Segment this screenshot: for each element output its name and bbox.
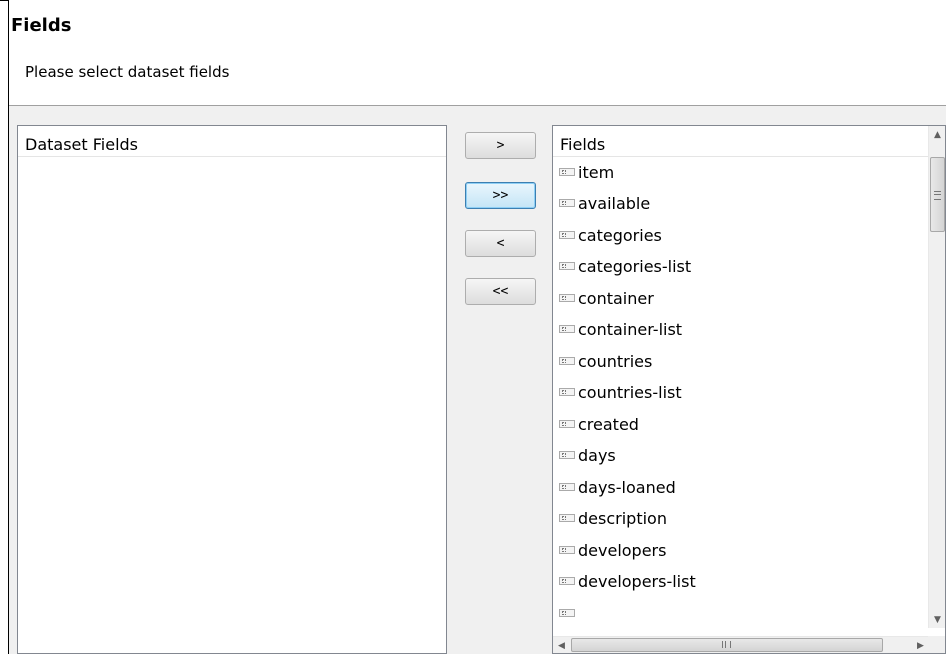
list-item-label: available bbox=[578, 193, 651, 213]
field-icon bbox=[559, 325, 575, 333]
field-icon bbox=[559, 420, 575, 428]
field-icon bbox=[559, 357, 575, 365]
field-icon bbox=[559, 546, 575, 554]
list-item[interactable]: item bbox=[559, 157, 614, 187]
wizard-header: Fields Please select dataset fields bbox=[9, 0, 946, 105]
list-item-label: categories bbox=[578, 225, 662, 245]
list-item[interactable]: countries bbox=[559, 346, 652, 376]
field-icon bbox=[559, 483, 575, 491]
list-item-label: item bbox=[578, 162, 615, 182]
horizontal-scrollbar[interactable]: ◀ ▶ bbox=[553, 636, 929, 653]
list-item[interactable]: developers-list bbox=[559, 566, 696, 596]
list-item-partial[interactable] bbox=[559, 598, 578, 627]
horizontal-scroll-thumb[interactable] bbox=[571, 638, 883, 652]
list-item[interactable]: days-loaned bbox=[559, 472, 676, 502]
field-icon bbox=[559, 514, 575, 522]
list-item-label: container bbox=[578, 288, 654, 308]
list-item[interactable]: categories bbox=[559, 220, 662, 250]
field-icon bbox=[559, 231, 575, 239]
list-item[interactable]: container bbox=[559, 283, 654, 313]
list-item[interactable]: description bbox=[559, 503, 667, 533]
grip-icon bbox=[722, 641, 731, 648]
list-item-label: container-list bbox=[578, 319, 683, 339]
fields-header-label: Fields bbox=[560, 135, 606, 154]
list-item-label: days bbox=[578, 445, 616, 465]
page-description: Please select dataset fields bbox=[25, 63, 230, 81]
fields-list[interactable]: Fields item available categories categor… bbox=[552, 125, 946, 654]
field-icon bbox=[559, 451, 575, 459]
dataset-fields-list[interactable]: Dataset Fields bbox=[17, 125, 447, 654]
field-icon bbox=[559, 199, 575, 207]
dataset-fields-header-label: Dataset Fields bbox=[25, 135, 139, 154]
field-icon bbox=[559, 388, 575, 396]
fields-list-items: item available categories categories-lis… bbox=[553, 157, 923, 627]
list-item-label: countries bbox=[578, 351, 653, 371]
list-item[interactable]: created bbox=[559, 409, 639, 439]
scroll-left-arrow-icon[interactable]: ◀ bbox=[553, 637, 570, 653]
remove-button[interactable]: < bbox=[465, 230, 536, 257]
field-icon bbox=[559, 294, 575, 302]
add-all-button[interactable]: >> bbox=[465, 182, 536, 209]
list-item-label: countries-list bbox=[578, 382, 682, 402]
scroll-down-arrow-icon[interactable]: ▼ bbox=[929, 611, 945, 628]
field-icon bbox=[559, 577, 575, 585]
page-title: Fields bbox=[11, 15, 72, 36]
list-item-label: created bbox=[578, 414, 639, 434]
field-icon bbox=[559, 262, 575, 270]
fields-column-header[interactable]: Fields bbox=[553, 126, 928, 157]
list-item-label: developers-list bbox=[578, 571, 696, 591]
list-item[interactable]: container-list bbox=[559, 314, 682, 344]
scrollbar-corner bbox=[928, 636, 945, 653]
grip-icon bbox=[934, 191, 941, 200]
list-item-label: categories-list bbox=[578, 256, 692, 276]
list-item[interactable]: days bbox=[559, 440, 616, 470]
list-item-label: description bbox=[578, 508, 667, 528]
vertical-scroll-thumb[interactable] bbox=[930, 157, 945, 232]
field-icon bbox=[559, 609, 575, 617]
list-item-label: days-loaned bbox=[578, 477, 676, 497]
scroll-up-arrow-icon[interactable]: ▲ bbox=[929, 126, 945, 143]
list-item[interactable]: developers bbox=[559, 535, 666, 565]
field-icon bbox=[559, 168, 575, 176]
list-item[interactable]: categories-list bbox=[559, 251, 691, 281]
add-button[interactable]: > bbox=[465, 132, 536, 159]
dataset-fields-column-header[interactable]: Dataset Fields bbox=[18, 126, 446, 157]
remove-all-button[interactable]: << bbox=[465, 278, 536, 305]
list-item[interactable]: available bbox=[559, 188, 650, 218]
vertical-scrollbar[interactable]: ▲ ▼ bbox=[928, 126, 945, 628]
scroll-right-arrow-icon[interactable]: ▶ bbox=[912, 637, 929, 653]
list-item-label: developers bbox=[578, 540, 667, 560]
list-item[interactable]: countries-list bbox=[559, 377, 682, 407]
